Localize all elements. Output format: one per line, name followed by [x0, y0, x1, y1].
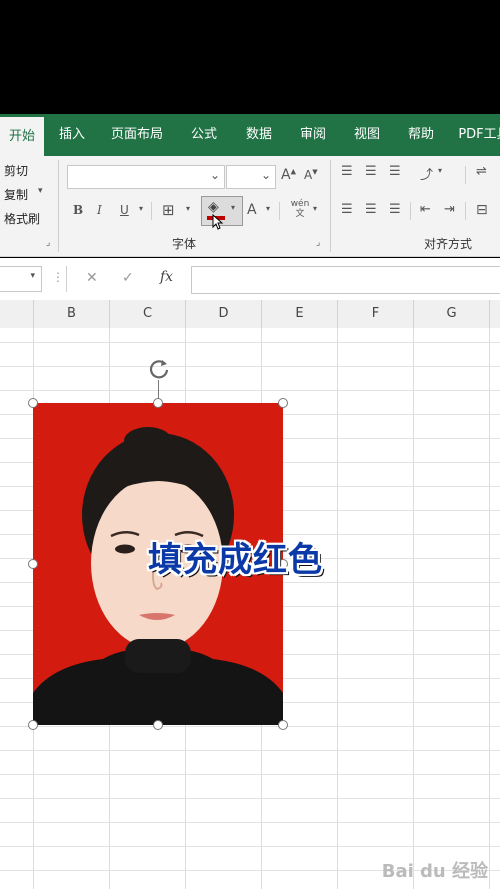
- gridline: [0, 390, 500, 391]
- gridline: [0, 366, 500, 367]
- formula-input[interactable]: [191, 266, 500, 294]
- video-caption: 填充成红色: [148, 540, 323, 580]
- column-header-a[interactable]: [0, 300, 34, 328]
- column-header-f[interactable]: F: [338, 300, 414, 328]
- resize-handle-bottom-left[interactable]: [28, 720, 38, 730]
- name-box-dropdown-icon[interactable]: ▾: [30, 271, 35, 281]
- gridline: [0, 822, 500, 823]
- cancel-entry-icon[interactable]: ✕: [86, 270, 98, 286]
- gridline: [0, 750, 500, 751]
- column-header-h[interactable]: [490, 300, 500, 328]
- tab-data[interactable]: 数据: [238, 114, 280, 156]
- font-name-combobox[interactable]: ⌄: [67, 165, 225, 189]
- bottom-align-icon[interactable]: ☰: [389, 164, 401, 179]
- merge-center-icon[interactable]: ⊟: [476, 202, 488, 218]
- column-header-c[interactable]: C: [110, 300, 186, 328]
- more-options-icon[interactable]: ⋮: [52, 270, 64, 284]
- confirm-entry-icon[interactable]: ✓: [122, 270, 134, 286]
- baidu-watermark: Bai du 经验: [381, 861, 488, 882]
- phonetic-dropdown-icon[interactable]: ▾: [313, 204, 317, 213]
- insert-function-icon[interactable]: fx: [160, 269, 173, 285]
- wrap-text-icon[interactable]: ⇌: [476, 164, 487, 179]
- clipboard-dialog-launcher-icon[interactable]: ⌟: [46, 238, 50, 248]
- underline-dropdown-icon[interactable]: ▾: [139, 204, 143, 213]
- orientation-icon[interactable]: ⤴: [420, 164, 433, 183]
- decrease-indent-icon[interactable]: ⇤: [420, 202, 431, 217]
- tab-help[interactable]: 帮助: [400, 114, 442, 156]
- gridline: [0, 726, 500, 727]
- gridline: [337, 328, 338, 889]
- middle-align-icon[interactable]: ☰: [365, 164, 377, 179]
- rotate-handle-icon[interactable]: [146, 356, 172, 382]
- tab-view[interactable]: 视图: [346, 114, 388, 156]
- gridline: [489, 328, 490, 889]
- paint-bucket-icon: ◈: [208, 199, 219, 215]
- orientation-dropdown-icon[interactable]: ▾: [438, 166, 442, 175]
- gridline: [0, 774, 500, 775]
- align-center-icon[interactable]: ☰: [365, 202, 377, 217]
- font-dialog-launcher-icon[interactable]: ⌟: [316, 238, 320, 248]
- group-separator: [330, 160, 331, 252]
- align-left-icon[interactable]: ☰: [341, 202, 353, 217]
- group-separator: [58, 160, 59, 252]
- bold-button[interactable]: B: [73, 203, 83, 217]
- font-color-dropdown-icon[interactable]: ▾: [266, 204, 270, 213]
- video-top-band: [0, 0, 500, 114]
- gridline: [0, 846, 500, 847]
- column-header-e[interactable]: E: [262, 300, 338, 328]
- column-header-d[interactable]: D: [186, 300, 262, 328]
- name-box[interactable]: ▾: [0, 266, 42, 292]
- phonetic-guide-icon[interactable]: wén文: [288, 199, 312, 219]
- copy-button[interactable]: 复制: [4, 186, 28, 203]
- resize-handle-top[interactable]: [153, 398, 163, 408]
- resize-handle-top-right[interactable]: [278, 398, 288, 408]
- tab-home[interactable]: 开始: [0, 114, 44, 156]
- chevron-down-icon[interactable]: ⌄: [210, 168, 220, 182]
- shrink-font-icon[interactable]: A▼: [304, 168, 318, 182]
- italic-button[interactable]: I: [97, 203, 102, 217]
- grow-font-icon[interactable]: A▲: [281, 167, 296, 183]
- gridline: [0, 342, 500, 343]
- resize-handle-bottom[interactable]: [153, 720, 163, 730]
- font-size-combobox[interactable]: ⌄: [226, 165, 276, 189]
- column-header-b[interactable]: B: [34, 300, 110, 328]
- ribbon-tab-bar: 开始 插入 页面布局 公式 数据 审阅 视图 帮助 PDF工具: [0, 114, 500, 156]
- font-group-label: 字体: [172, 237, 197, 251]
- toolbar-separator: [151, 202, 152, 220]
- underline-button[interactable]: U: [120, 203, 129, 217]
- tab-insert[interactable]: 插入: [50, 114, 94, 156]
- copy-dropdown-icon[interactable]: ▾: [38, 186, 43, 196]
- column-header-g[interactable]: G: [414, 300, 490, 328]
- formula-bar: ▾ ⋮ ✕ ✓ fx: [0, 258, 500, 301]
- toolbar-separator: [465, 166, 466, 184]
- fill-color-dropdown-icon[interactable]: ▾: [231, 203, 235, 212]
- resize-handle-top-left[interactable]: [28, 398, 38, 408]
- toolbar-separator: [279, 202, 280, 220]
- tab-pdf-tools[interactable]: PDF工具: [454, 114, 500, 156]
- ribbon-home-panel: 剪切 复制 ▾ 格式刷 ⌟ ⌄ ⌄ A▲ A▼ B I U ▾ ⊞ ▾ ◈ ▾ …: [0, 156, 500, 257]
- cut-button[interactable]: 剪切: [4, 162, 28, 179]
- tab-page-layout[interactable]: 页面布局: [104, 114, 170, 156]
- increase-indent-icon[interactable]: ⇥: [444, 202, 455, 217]
- toolbar-separator: [410, 202, 411, 220]
- align-right-icon[interactable]: ☰: [389, 202, 401, 217]
- tab-formulas[interactable]: 公式: [184, 114, 224, 156]
- font-color-icon[interactable]: A: [247, 202, 257, 218]
- resize-handle-bottom-right[interactable]: [278, 720, 288, 730]
- format-painter-button[interactable]: 格式刷: [4, 210, 40, 227]
- gridline: [0, 798, 500, 799]
- chevron-down-icon[interactable]: ⌄: [261, 168, 271, 182]
- toolbar-separator: [465, 202, 466, 220]
- resize-handle-left[interactable]: [28, 559, 38, 569]
- mouse-cursor-icon: [212, 213, 224, 230]
- top-align-icon[interactable]: ☰: [341, 164, 353, 179]
- column-headers: B C D E F G: [0, 300, 500, 329]
- formula-separator: [66, 266, 67, 292]
- borders-icon[interactable]: ⊞: [162, 201, 175, 219]
- borders-dropdown-icon[interactable]: ▾: [186, 204, 190, 213]
- alignment-group-label: 对齐方式: [424, 237, 473, 251]
- gridline: [413, 328, 414, 889]
- tab-review[interactable]: 审阅: [292, 114, 334, 156]
